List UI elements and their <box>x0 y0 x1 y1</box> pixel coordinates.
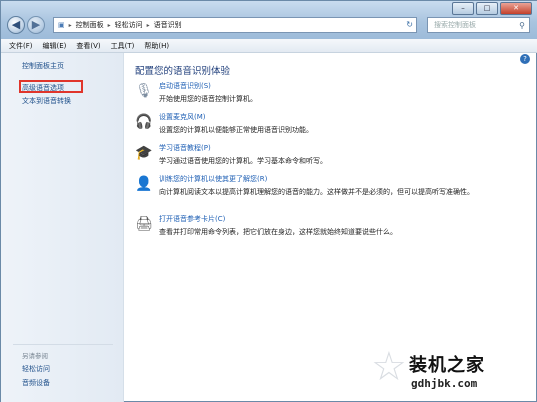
see-also-label: 另请参阅 <box>22 352 48 360</box>
start-speech-recognition-link[interactable]: 启动语音识别(S) <box>159 81 211 91</box>
menu-bar: 文件(F) 编辑(E) 查看(V) 工具(T) 帮助(H) <box>1 39 537 53</box>
star-icon: ☆ <box>371 344 407 390</box>
search-placeholder: 搜索控制面板 <box>434 21 476 29</box>
menu-file[interactable]: 文件(F) <box>9 41 33 51</box>
minimize-button[interactable]: – <box>452 2 474 15</box>
graduation-cap-icon: 🎓 <box>135 145 153 161</box>
highlight-box <box>19 80 83 93</box>
window-controls: – □ ✕ <box>452 2 532 15</box>
address-bar[interactable]: ▣ ▸ 控制面板 ▸ 轻松访问 ▸ 语音识别 ↻ <box>53 17 417 33</box>
menu-help[interactable]: 帮助(H) <box>144 41 169 51</box>
close-button[interactable]: ✕ <box>500 2 532 15</box>
headset-icon: 🎧 <box>135 114 153 130</box>
item-description: 开始使用您的语音控制计算机。 <box>159 95 257 103</box>
see-also-ease-of-access[interactable]: 轻松访问 <box>22 364 50 374</box>
watermark-url: gdhjbk.com <box>411 377 478 390</box>
back-button[interactable]: ◀ <box>7 16 25 34</box>
sidebar-text-to-speech[interactable]: 文本到语音转换 <box>22 96 71 106</box>
train-computer-link[interactable]: 训练您的计算机以使其更了解您(R) <box>159 174 267 184</box>
page-title: 配置您的语音识别体验 <box>135 66 231 77</box>
breadcrumb-control-panel[interactable]: 控制面板 <box>72 20 108 30</box>
maximize-button[interactable]: □ <box>476 2 498 15</box>
refresh-icon[interactable]: ↻ <box>406 20 413 29</box>
sidebar-home-link[interactable]: 控制面板主页 <box>22 61 64 71</box>
speech-tutorial-link[interactable]: 学习语音教程(P) <box>159 143 211 153</box>
see-also-audio-devices[interactable]: 音频设备 <box>22 378 50 388</box>
setup-microphone-link[interactable]: 设置麦克风(M) <box>159 112 206 122</box>
speech-reference-card-link[interactable]: 打开语音参考卡片(C) <box>159 214 225 224</box>
item-description: 向计算机阅读文本以提高计算机理解您的语音的能力。这样做并不是必须的，但可以提高听… <box>159 188 474 196</box>
sidebar: 控制面板主页 高级语音选项 文本到语音转换 另请参阅 轻松访问 音频设备 <box>1 53 124 402</box>
title-bar: – □ ✕ ◀ ▶ ▣ ▸ 控制面板 ▸ 轻松访问 ▸ 语音识别 ↻ 搜索控制面… <box>1 1 537 39</box>
training-icon: 👤 <box>135 176 153 192</box>
item-description: 学习通过语音使用您的计算机。学习基本命令和听写。 <box>159 157 327 165</box>
search-icon[interactable]: ⚲ <box>519 19 525 33</box>
control-panel-icon: ▣ <box>58 21 65 29</box>
watermark-name: 装机之家 <box>409 355 485 376</box>
control-panel-window: – □ ✕ ◀ ▶ ▣ ▸ 控制面板 ▸ 轻松访问 ▸ 语音识别 ↻ 搜索控制面… <box>0 0 537 402</box>
item-description: 设置您的计算机以便能够正常使用语音识别功能。 <box>159 126 313 134</box>
sidebar-divider <box>13 344 113 345</box>
menu-view[interactable]: 查看(V) <box>76 41 100 51</box>
item-description: 查看并打印常用命令列表，把它们放在身边，这样您就始终知道要说些什么。 <box>159 228 397 236</box>
breadcrumb-ease-of-access[interactable]: 轻松访问 <box>111 20 147 30</box>
printer-icon: 🖨 <box>135 216 153 232</box>
breadcrumb-speech-recognition[interactable]: 语音识别 <box>150 20 186 30</box>
search-input[interactable]: 搜索控制面板 ⚲ <box>427 17 530 33</box>
forward-button[interactable]: ▶ <box>27 16 45 34</box>
watermark: ☆ 装机之家 gdhjbk.com <box>371 345 536 401</box>
microphone-icon: 🎙 <box>135 83 153 99</box>
menu-tools[interactable]: 工具(T) <box>111 41 135 51</box>
menu-edit[interactable]: 编辑(E) <box>43 41 67 51</box>
